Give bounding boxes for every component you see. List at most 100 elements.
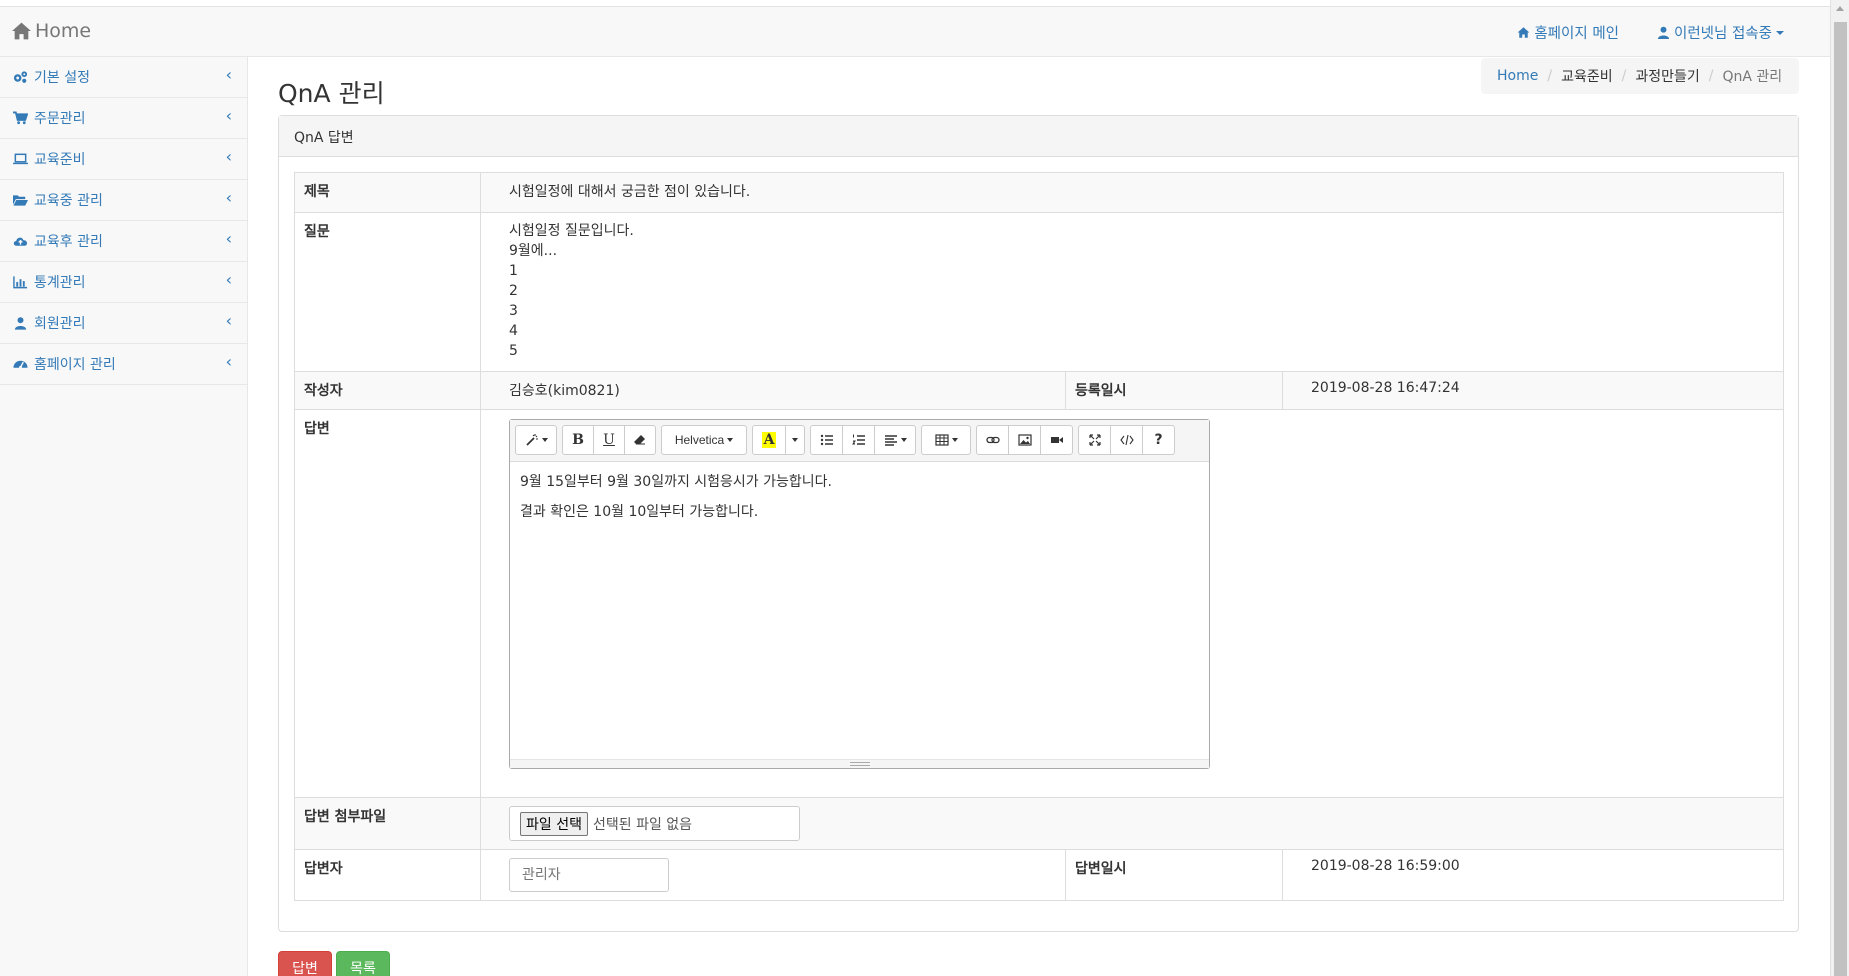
breadcrumb-separator: /	[1621, 68, 1627, 84]
sidebar-item-label: 교육중 관리	[34, 193, 103, 209]
question-line: 2	[509, 283, 518, 299]
table-group	[921, 425, 971, 461]
attach-cell: 파일 선택 선택된 파일 없음	[480, 797, 1784, 850]
link-icon	[985, 436, 1000, 444]
editor-content[interactable]: 9월 15일부터 9월 30일까지 시험응시가 가능합니다. 결과 확인은 10…	[510, 462, 1209, 542]
dashboard-icon	[13, 360, 28, 369]
chevron-left-icon: ‹	[225, 270, 232, 289]
chevron-down-icon	[951, 438, 958, 442]
scroll-up-arrow-icon[interactable]	[1836, 6, 1844, 11]
choose-file-button[interactable]: 파일 선택	[520, 811, 588, 836]
question-line: 4	[509, 323, 518, 339]
code-view-button[interactable]	[1110, 425, 1143, 455]
homepage-main-link[interactable]: 홈페이지 메인	[1517, 22, 1619, 43]
insert-video-button[interactable]	[1040, 425, 1073, 455]
user-menu-label: 이런넷님 접속중	[1674, 26, 1772, 42]
unordered-list-button[interactable]	[810, 425, 843, 455]
editor-resize-handle[interactable]	[510, 759, 1209, 768]
font-family-value: Helvetica	[674, 433, 725, 447]
homepage-main-label: 홈페이지 메인	[1534, 26, 1619, 42]
chevron-left-icon: ‹	[225, 229, 232, 248]
chevron-down-icon	[727, 438, 734, 442]
breadcrumb-edu-prep[interactable]: 교육준비	[1561, 66, 1613, 86]
color-dropdown-button[interactable]	[785, 425, 805, 455]
laptop-icon	[13, 153, 28, 165]
font-color-icon: A	[761, 432, 777, 448]
answerer-cell	[480, 849, 1066, 901]
answer-date-label: 답변일시	[1065, 849, 1283, 901]
eraser-icon	[634, 435, 645, 445]
answer-label: 답변	[294, 409, 481, 798]
editor-toolbar: B U Helvetica A ?	[510, 420, 1209, 462]
sidebar-item-label: 교육후 관리	[34, 234, 103, 250]
sidebar-item-statistics[interactable]: 통계관리 ‹	[0, 262, 247, 303]
insert-image-button[interactable]	[1008, 425, 1041, 455]
image-icon	[1017, 434, 1032, 446]
cloud-upload-icon	[13, 237, 28, 246]
table-icon	[934, 434, 949, 446]
sidebar-item-after-edu[interactable]: 교육후 관리 ‹	[0, 221, 247, 262]
author-value: 김승호(kim0821)	[480, 371, 1066, 410]
ordered-list-button[interactable]	[842, 425, 875, 455]
sidebar-item-homepage[interactable]: 홈페이지 관리 ‹	[0, 344, 247, 385]
color-group: A	[752, 425, 805, 461]
text-color-button[interactable]: A	[752, 425, 786, 455]
fullscreen-button[interactable]	[1078, 425, 1111, 455]
paragraph-align-dropdown[interactable]	[874, 425, 916, 455]
clear-format-button[interactable]	[624, 425, 656, 455]
file-input[interactable]: 파일 선택 선택된 파일 없음	[509, 806, 800, 841]
sidebar-item-edu-prep[interactable]: 교육준비 ‹	[0, 139, 247, 180]
question-label: 질문	[294, 212, 481, 372]
answerer-input[interactable]	[509, 858, 669, 892]
question-line: 시험일정 질문입니다.	[509, 223, 634, 239]
sidebar-item-label: 기본 설정	[34, 70, 90, 86]
grip-icon	[850, 762, 870, 766]
chevron-left-icon: ‹	[225, 106, 232, 125]
chevron-left-icon: ‹	[225, 311, 232, 330]
scrollbar-thumb[interactable]	[1834, 22, 1847, 976]
question-row: 질문 시험일정 질문입니다. 9월에... 1 2 3 4 5	[294, 212, 1784, 372]
reg-date-value: 2019-08-28 16:47:24	[1282, 371, 1784, 410]
breadcrumb-home[interactable]: Home	[1497, 68, 1538, 84]
submit-answer-button[interactable]: 답변	[278, 951, 332, 976]
qna-detail-table: 제목 시험일정에 대해서 궁금한 점이 있습니다. 질문 시험일정 질문입니다.…	[294, 172, 1784, 901]
style-dropdown-button[interactable]	[515, 425, 557, 455]
chevron-left-icon: ‹	[225, 147, 232, 166]
help-button[interactable]: ?	[1142, 425, 1175, 455]
home-icon	[1517, 27, 1530, 38]
sidebar-item-label: 회원관리	[34, 316, 86, 332]
home-icon	[12, 22, 31, 40]
page-scrollbar[interactable]	[1830, 0, 1849, 976]
question-line: 5	[509, 343, 518, 359]
sidebar-item-basic-settings[interactable]: 기본 설정 ‹	[0, 57, 247, 98]
insert-link-button[interactable]	[976, 425, 1009, 455]
breadcrumb-course-create[interactable]: 과정만들기	[1635, 66, 1699, 86]
underline-button[interactable]: U	[593, 425, 625, 455]
brand-label: Home	[35, 20, 92, 42]
font-family-dropdown[interactable]: Helvetica	[661, 425, 747, 455]
gears-icon	[13, 71, 28, 83]
page-title: QnA 관리	[278, 79, 385, 108]
qna-answer-panel: QnA 답변 제목 시험일정에 대해서 궁금한 점이 있습니다. 질문 시험일정…	[278, 115, 1799, 932]
list-ol-icon	[851, 434, 865, 445]
user-icon	[1657, 26, 1670, 39]
code-icon	[1119, 434, 1134, 446]
sidebar-item-members[interactable]: 회원관리 ‹	[0, 303, 247, 344]
brand-home-link[interactable]: Home	[11, 20, 91, 42]
sidebar-item-orders[interactable]: 주문관리 ‹	[0, 98, 247, 139]
font-style-group: B U	[562, 425, 656, 461]
chevron-down-icon	[792, 438, 798, 442]
question-value: 시험일정 질문입니다. 9월에... 1 2 3 4 5	[480, 212, 1784, 372]
chevron-left-icon: ‹	[225, 188, 232, 207]
list-button[interactable]: 목록	[336, 951, 390, 976]
sidebar-item-during-edu[interactable]: 교육중 관리 ‹	[0, 180, 247, 221]
subject-row: 제목 시험일정에 대해서 궁금한 점이 있습니다.	[294, 172, 1784, 213]
sidebar-item-label: 통계관리	[34, 275, 86, 291]
user-menu-dropdown[interactable]: 이런넷님 접속중	[1657, 22, 1784, 43]
answer-row: 답변 B U Helvetica A ? 9월 15일부터 9월 30일까지 시…	[294, 409, 1784, 798]
style-group	[515, 425, 557, 461]
bold-button[interactable]: B	[562, 425, 594, 455]
chevron-down-icon	[541, 438, 548, 442]
table-dropdown-button[interactable]	[921, 425, 971, 455]
sidebar-item-label: 교육준비	[34, 152, 86, 168]
